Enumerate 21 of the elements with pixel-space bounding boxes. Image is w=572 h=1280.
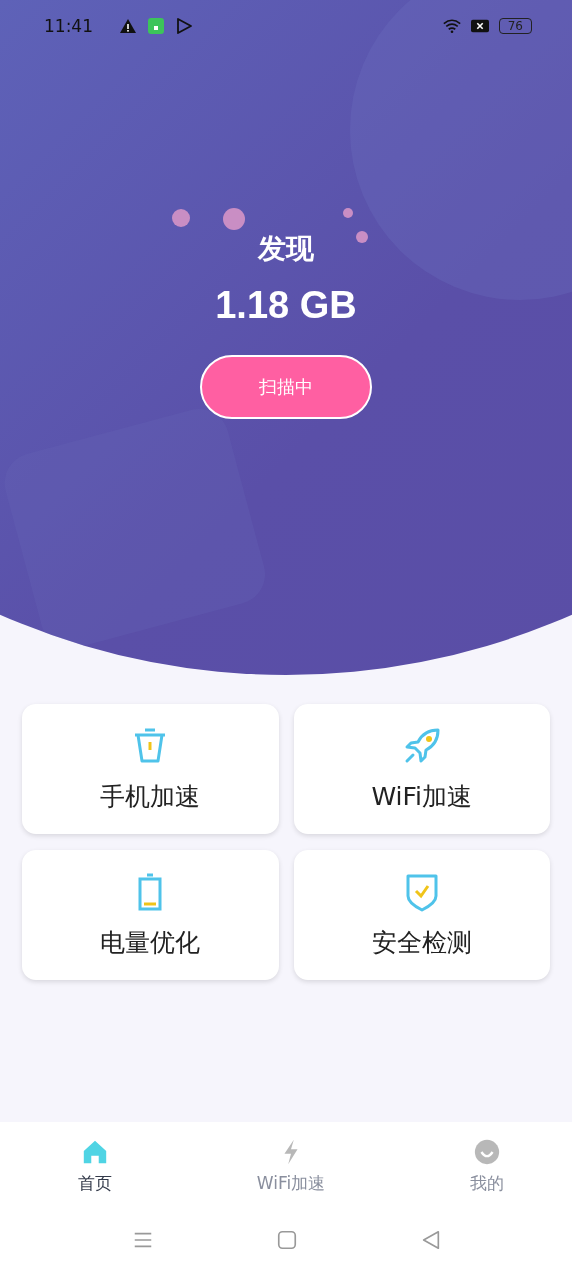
feature-label: 电量优化 [100,926,201,959]
play-icon [175,17,193,35]
close-icon [470,17,489,35]
face-icon [473,1137,501,1166]
status-time: 11:41 [44,16,93,36]
feature-label: WiFi加速 [371,780,473,813]
home-button-icon[interactable] [276,1229,298,1251]
feature-label: 安全检测 [371,926,472,959]
feature-card[interactable]: WiFi加速 [293,704,550,834]
feature-label: 手机加速 [100,780,201,813]
warning-icon [119,17,137,35]
wifi-icon [442,17,461,35]
feature-card[interactable]: 电量优化 [22,850,279,980]
nav-tab[interactable]: 首页 [50,1122,140,1210]
feature-card[interactable]: 手机加速 [22,704,279,834]
feature-card[interactable]: 安全检测 [293,850,550,980]
app-icon [147,17,165,35]
found-title: 发现 [258,231,314,267]
back-icon[interactable] [420,1229,442,1251]
found-size: 1.18 GB [215,284,357,327]
battery-level: 76 [498,18,532,34]
